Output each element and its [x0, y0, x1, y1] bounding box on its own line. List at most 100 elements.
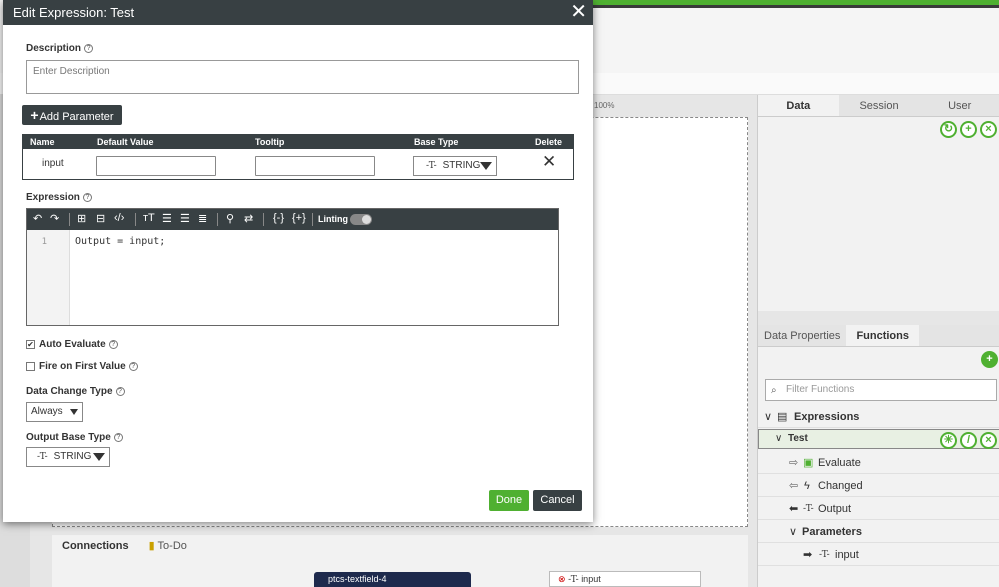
data-tabs: Data Session User — [758, 95, 999, 117]
format-icon[interactable]: ᴛT — [143, 212, 155, 224]
tree-item-changed[interactable]: ⇦ ϟ Changed — [758, 475, 999, 497]
tree-label-changed: Changed — [818, 480, 863, 492]
zoom-level: 100% — [594, 101, 615, 110]
comment-add-icon[interactable]: ⊞ — [77, 212, 86, 225]
align-icon[interactable]: ≣ — [198, 212, 207, 225]
fold-icon[interactable]: {-} — [273, 212, 284, 224]
redo-icon[interactable]: ↷ — [50, 212, 59, 225]
description-label: Description? — [26, 43, 94, 54]
help-icon[interactable]: ? — [115, 387, 125, 396]
header-default-value: Default Value — [97, 137, 154, 147]
indent-icon[interactable]: ☰ — [162, 212, 172, 225]
fire-first-value-label: Fire on First Value? — [39, 361, 138, 372]
data-change-type-select[interactable]: Always — [26, 402, 83, 422]
help-icon[interactable]: ? — [113, 433, 123, 442]
tab-data[interactable]: Data — [758, 95, 839, 116]
tab-connections[interactable]: Connections — [52, 535, 139, 557]
right-panel: Data Session User ↻ + × Data Properties … — [757, 95, 999, 587]
plus-icon: + — [30, 107, 39, 123]
output-base-type-label: Output Base Type? — [26, 432, 123, 443]
add-parameter-button[interactable]: +Add Parameter — [22, 105, 122, 125]
test-actions: ✳ / × — [940, 432, 997, 449]
help-icon[interactable]: ? — [82, 193, 92, 202]
close-icon[interactable]: ✕ — [570, 0, 587, 25]
header-name: Name — [30, 137, 55, 147]
search-icon[interactable]: ⚲ — [226, 212, 234, 225]
widget-node[interactable]: ptcs-textfield-4 — [314, 572, 471, 587]
line-gutter: 1 — [27, 230, 70, 325]
linting-label: Linting — [318, 214, 348, 224]
output-base-type-select[interactable]: -T- STRING — [26, 447, 110, 467]
tab-todo[interactable]: ▮ To-Do — [139, 535, 197, 557]
lower-tabs: Data Properties Functions — [758, 325, 999, 347]
edit-expression-dialog: Edit Expression: Test ✕ Description? Ent… — [3, 0, 593, 522]
replace-icon[interactable]: ⇄ — [244, 212, 253, 225]
base-type-select[interactable]: -T- STRING — [413, 156, 497, 176]
fire-first-value-checkbox[interactable] — [26, 362, 35, 371]
edit-icon[interactable]: / — [960, 432, 977, 449]
cancel-button[interactable]: Cancel — [533, 490, 582, 511]
tab-user[interactable]: User — [919, 95, 999, 116]
comment-remove-icon[interactable]: ⊟ — [96, 212, 105, 225]
tree-item-expressions[interactable]: ∨ ▤ Expressions — [758, 406, 999, 428]
string-type-icon: -T- — [803, 504, 814, 514]
editor-toolbar: ↶ ↷ ⊞ ⊟ ‹/› ᴛT ☰ ☰ ≣ ⚲ ⇄ {-} {+} Linting — [27, 209, 558, 230]
chevron-down-icon: ∨ — [764, 411, 773, 423]
linting-toggle[interactable] — [350, 214, 372, 225]
data-change-type-label: Data Change Type? — [26, 386, 125, 397]
code-icon[interactable]: ‹/› — [114, 212, 124, 224]
default-value-input[interactable] — [96, 156, 216, 176]
help-icon[interactable]: ? — [108, 340, 118, 349]
tab-data-properties[interactable]: Data Properties — [758, 325, 846, 346]
help-icon[interactable]: ? — [84, 44, 94, 53]
description-input[interactable]: Enter Description — [26, 60, 579, 94]
dialog-title: Edit Expression: Test — [13, 5, 135, 20]
description-placeholder: Enter Description — [33, 66, 110, 77]
delete-parameter-icon[interactable]: ✕ — [542, 152, 556, 172]
arrow-right-icon: ➡ — [803, 549, 813, 561]
tree-item-parameters[interactable]: ∨ Parameters — [758, 521, 999, 543]
tree-label-input: input — [835, 549, 859, 561]
dropdown-arrow-icon — [480, 162, 492, 170]
header-tooltip: Tooltip — [255, 137, 285, 147]
code-text[interactable]: Output = input; — [75, 236, 165, 247]
table-row: input -T- STRING ✕ — [23, 149, 573, 180]
add-icon[interactable]: + — [960, 121, 977, 138]
delete-icon[interactable]: × — [980, 432, 997, 449]
panel-divider[interactable] — [758, 311, 999, 325]
tree-item-output[interactable]: ⬅ -T- Output — [758, 498, 999, 520]
tree-label-parameters: Parameters — [802, 526, 862, 538]
parameters-table: Name Default Value Tooltip Base Type Del… — [22, 134, 574, 180]
undo-icon[interactable]: ↶ — [33, 212, 42, 225]
tab-session[interactable]: Session — [839, 95, 920, 116]
search-icon: ⌕ — [771, 385, 777, 396]
help-icon[interactable]: ? — [128, 362, 138, 371]
remove-icon[interactable]: × — [980, 121, 997, 138]
done-button[interactable]: Done — [489, 490, 529, 511]
refresh-icon[interactable]: ↻ — [940, 121, 957, 138]
tree-item-evaluate[interactable]: ⇨ ▣ Evaluate — [758, 452, 999, 474]
lightning-icon: ϟ — [804, 480, 810, 492]
bottom-panel: Connections ▮ To-Do ptcs-textfield-4 ⊗ -… — [52, 535, 748, 587]
expression-editor: ↶ ↷ ⊞ ⊟ ‹/› ᴛT ☰ ☰ ≣ ⚲ ⇄ {-} {+} Linting… — [26, 208, 559, 326]
add-function-icon[interactable]: + — [981, 351, 998, 368]
string-type-icon: -T- — [426, 161, 437, 171]
tab-functions[interactable]: Functions — [846, 325, 919, 346]
unfold-icon[interactable]: {+} — [292, 212, 306, 224]
expressions-icon: ▤ — [777, 411, 788, 423]
tree-label-expressions: Expressions — [794, 411, 860, 423]
arrow-in-icon: ⇨ — [789, 457, 799, 469]
filter-placeholder: Filter Functions — [786, 384, 855, 395]
tree-item-test[interactable]: ∨ Test ✳ / × — [758, 429, 999, 449]
parameter-node[interactable]: ⊗ -T- input — [549, 571, 701, 587]
toolbar-divider — [312, 213, 313, 226]
toolbar-divider — [69, 213, 70, 226]
auto-evaluate-label: Auto Evaluate? — [39, 339, 118, 350]
configure-icon[interactable]: ✳ — [940, 432, 957, 449]
chevron-down-icon: ∨ — [775, 433, 783, 444]
filter-functions-input[interactable]: ⌕ Filter Functions — [765, 379, 997, 401]
tooltip-input[interactable] — [255, 156, 375, 176]
tree-item-input[interactable]: ➡ -T- input — [758, 544, 999, 566]
outdent-icon[interactable]: ☰ — [180, 212, 190, 225]
auto-evaluate-checkbox[interactable]: ✔ — [26, 340, 35, 349]
